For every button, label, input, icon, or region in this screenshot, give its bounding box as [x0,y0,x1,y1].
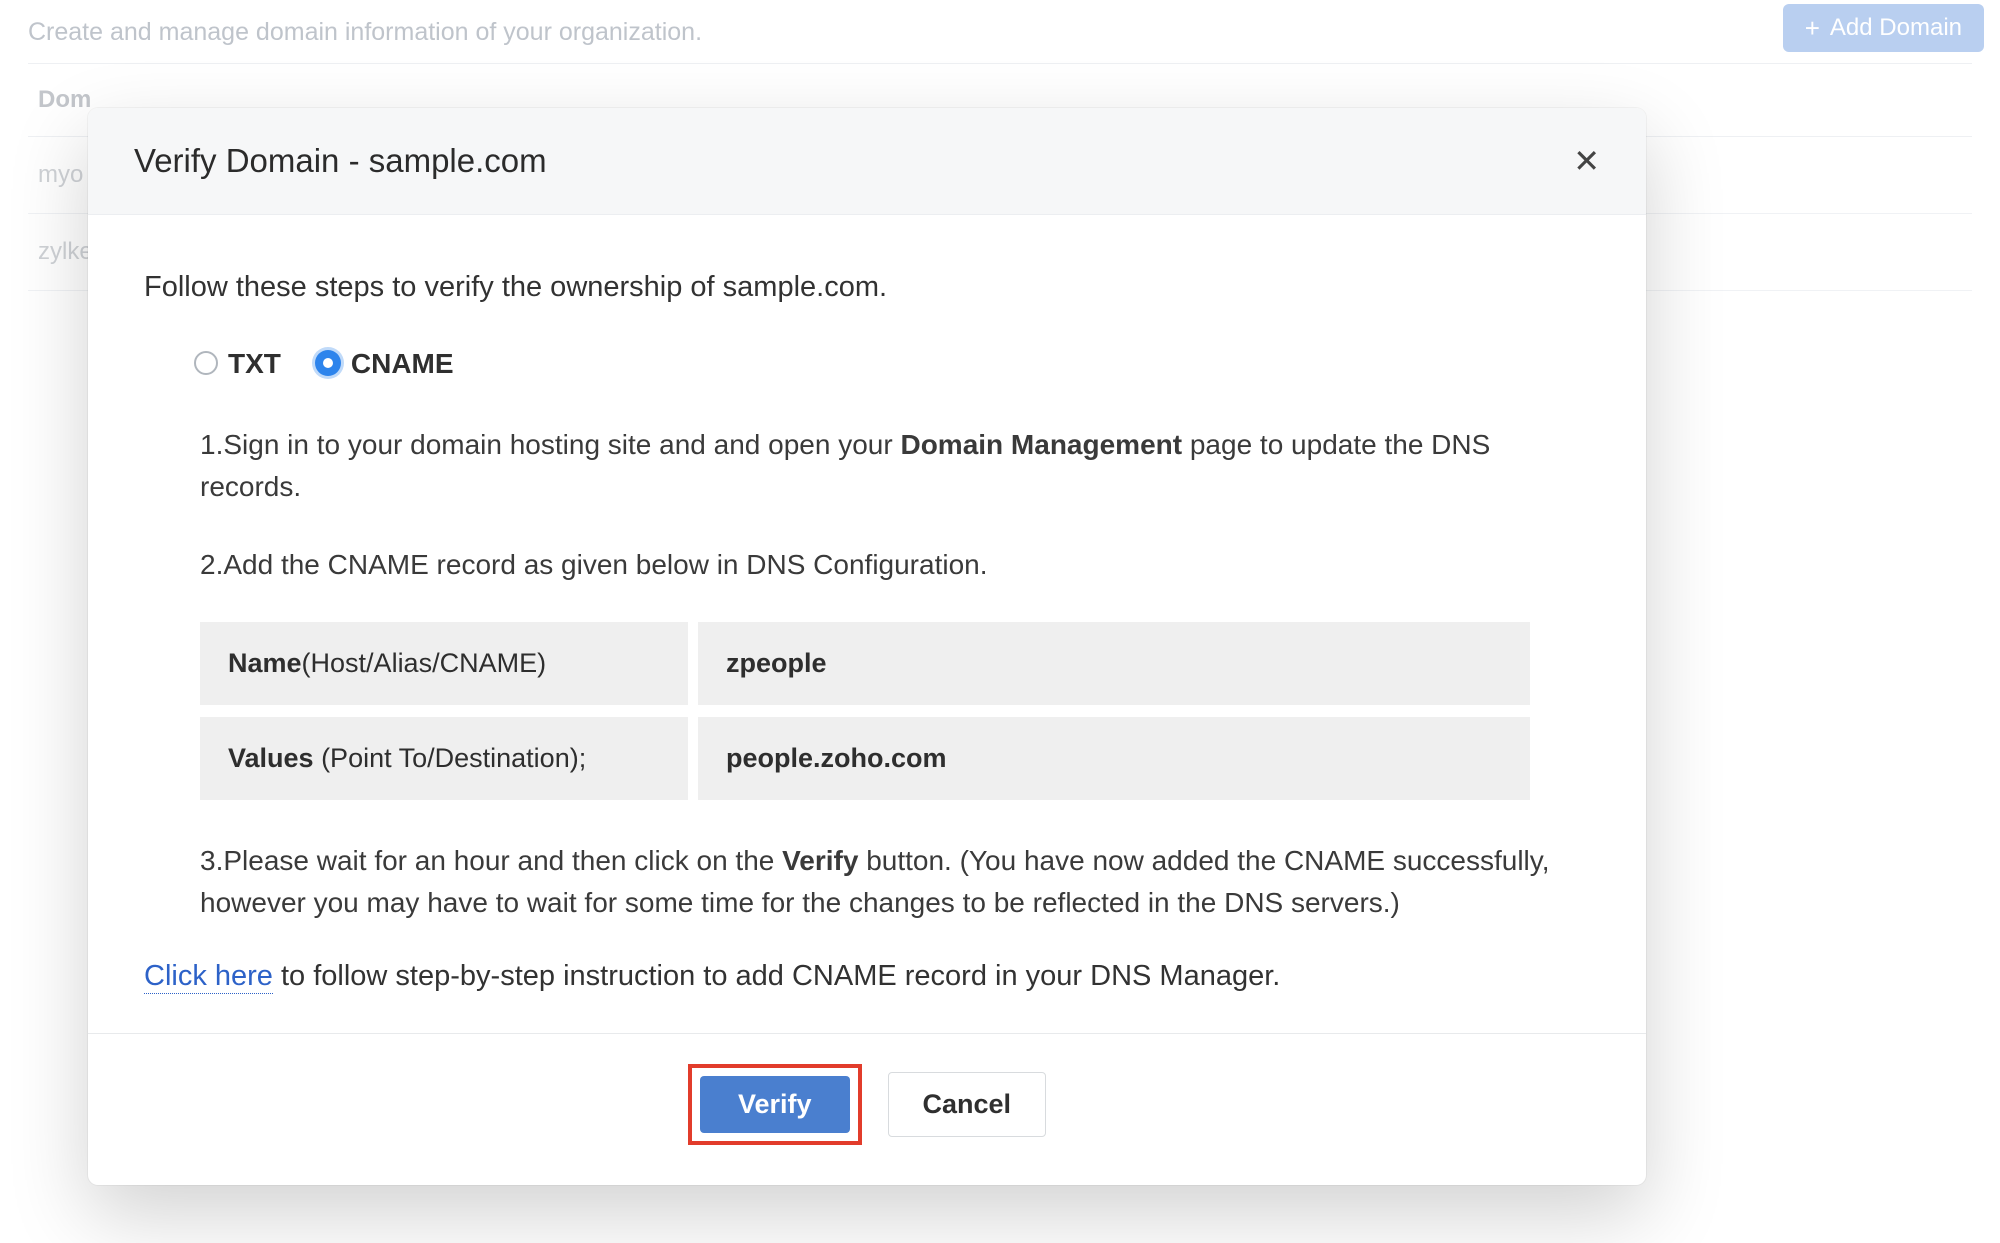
cancel-button[interactable]: Cancel [888,1072,1047,1137]
kv-name-label: Name(Host/Alias/CNAME) [200,622,688,705]
radio-cname-label: CNAME [351,348,454,380]
kv-name-value: zpeople [698,622,1530,705]
kv-values-rest: (Point To/Destination); [314,743,587,773]
verify-domain-modal: Verify Domain - sample.com ✕ Follow thes… [88,108,1646,1185]
table-row: Name(Host/Alias/CNAME) zpeople [200,622,1530,705]
radio-checked-icon [315,350,341,376]
close-icon: ✕ [1573,143,1600,179]
record-type-radio-group: TXT CNAME [194,346,1590,380]
click-here-link[interactable]: Click here [144,960,273,994]
step-3-text: 3.Please wait for an hour and then click… [200,840,1570,924]
click-here-rest: to follow step-by-step instruction to ad… [273,960,1280,992]
verify-highlight-box: Verify [688,1064,862,1145]
click-here-line: Click here to follow step-by-step instru… [144,960,1590,993]
close-button[interactable]: ✕ [1573,145,1600,177]
kv-values-label: Values (Point To/Destination); [200,717,688,800]
kv-values-value: people.zoho.com [698,717,1530,800]
step-2-text: 2.Add the CNAME record as given below in… [200,544,1570,586]
kv-values-bold: Values [228,743,314,773]
modal-intro: Follow these steps to verify the ownersh… [144,271,1590,304]
step-1-text: 1.Sign in to your domain hosting site an… [200,424,1570,508]
radio-cname[interactable]: CNAME [315,346,454,380]
radio-txt[interactable]: TXT [194,346,281,380]
step3-bold: Verify [782,845,858,876]
modal-title: Verify Domain - sample.com [134,142,547,180]
dns-record-table: Name(Host/Alias/CNAME) zpeople Values (P… [200,622,1530,800]
modal-footer: Verify Cancel [88,1033,1646,1185]
table-row: Values (Point To/Destination); people.zo… [200,717,1530,800]
step3-prefix: 3.Please wait for an hour and then click… [200,845,782,876]
radio-txt-label: TXT [228,348,281,380]
kv-name-rest: (Host/Alias/CNAME) [302,648,547,678]
modal-header: Verify Domain - sample.com ✕ [88,108,1646,215]
step1-prefix: 1.Sign in to your domain hosting site an… [200,429,900,460]
verify-button[interactable]: Verify [700,1076,850,1133]
step1-bold: Domain Management [900,429,1182,460]
radio-unchecked-icon [194,351,218,375]
kv-name-bold: Name [228,648,302,678]
